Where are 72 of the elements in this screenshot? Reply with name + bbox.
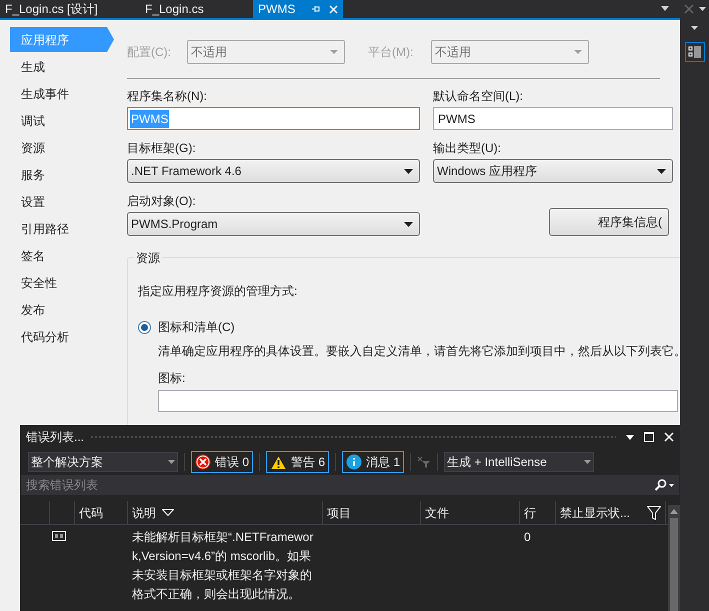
warning-icon <box>270 454 288 470</box>
output-type-label: 输出类型(U): <box>433 140 502 155</box>
dropdown-arrow-icon <box>584 460 592 464</box>
document-tab[interactable]: PWMS <box>253 0 343 18</box>
dropdown[interactable]: PWMS.Program <box>127 212 420 236</box>
nav-item[interactable]: 服务 <box>10 162 107 187</box>
dropdown-icon[interactable] <box>661 6 669 11</box>
column-header[interactable]: 文件 <box>421 501 520 524</box>
dropdown-arrow-icon <box>168 460 175 464</box>
search-icon[interactable] <box>654 475 679 495</box>
dropdown-icon[interactable] <box>699 7 706 11</box>
maximize-icon[interactable] <box>644 432 654 442</box>
scrollbar[interactable] <box>668 505 680 611</box>
scroll-up-arrow-icon[interactable] <box>670 509 678 514</box>
source-dropdown[interactable]: 生成 + IntelliSense <box>444 452 594 472</box>
message-icon <box>52 531 66 541</box>
filter-button[interactable]: 错误 0 <box>191 451 254 473</box>
dropdown-arrow-icon <box>404 168 413 174</box>
dropdown-arrow-icon <box>404 222 413 226</box>
resources-prompt: 指定应用程序资源的管理方式: <box>138 283 298 300</box>
dropdown-icon[interactable] <box>691 26 698 30</box>
default-namespace-label: 默认命名空间(L): <box>433 88 524 103</box>
filter-icon[interactable] <box>647 506 661 520</box>
column-header[interactable]: 行 <box>520 501 556 524</box>
target-framework-label: 目标框架(G): <box>127 140 197 155</box>
platform-label: 平台(M): <box>368 44 414 61</box>
nav-item[interactable]: 引用路径 <box>10 216 107 241</box>
dropdown[interactable]: Windows 应用程序 <box>433 159 673 183</box>
dropdown-arrow-icon <box>574 50 582 54</box>
pin-icon[interactable] <box>311 4 321 14</box>
nav-item[interactable]: 生成事件 <box>10 81 107 106</box>
column-header[interactable]: 项目 <box>323 501 421 524</box>
table-cell: 0 <box>524 530 531 544</box>
nav-item[interactable]: 资源 <box>10 135 107 160</box>
document-tab[interactable]: F_Login.cs <box>140 0 253 18</box>
nav-item[interactable]: 代码分析 <box>10 324 107 349</box>
group-title: 资源 <box>134 249 162 267</box>
error-icon <box>195 454 211 470</box>
nav-item[interactable]: 发布 <box>10 297 107 322</box>
panel-title: 错误列表... <box>26 429 84 446</box>
column-header[interactable]: 代码 <box>75 501 128 524</box>
info-icon <box>346 454 362 470</box>
sort-icon <box>162 509 174 516</box>
radio-button[interactable] <box>138 320 151 334</box>
startup-object-label: 启动对象(O): <box>127 193 197 208</box>
nav-item[interactable]: 安全性 <box>10 270 107 295</box>
clear-filter-icon[interactable] <box>417 456 432 468</box>
nav-item[interactable]: 签名 <box>10 243 107 268</box>
property-pages-icon[interactable] <box>684 42 704 62</box>
dropdown-icon[interactable] <box>626 434 634 440</box>
filter-button[interactable]: 警告 6 <box>266 451 330 473</box>
configuration-label: 配置(C): <box>127 44 172 61</box>
radio-label: 图标和清单(C) <box>158 319 235 336</box>
table-cell: 未能解析目标框架“.NETFramework,Version=v4.6”的 mscorlib。如果未安装目标框架或框架名字对象的格式不正确，则会出现此情况。 <box>132 530 314 601</box>
search-field[interactable]: 搜索错误列表 <box>21 475 654 495</box>
scope-dropdown[interactable]: 整个解决方案 <box>28 452 178 472</box>
default-namespace-field[interactable]: PWMS <box>433 107 673 130</box>
document-tab[interactable]: F_Login.cs [设计] <box>0 0 140 18</box>
assembly-name-label: 程序集名称(N): <box>127 88 208 103</box>
dropdown-arrow-icon <box>657 168 666 174</box>
column-header[interactable]: 说明 <box>128 501 323 524</box>
nav-item[interactable]: 调试 <box>10 108 107 133</box>
dropdown[interactable]: .NET Framework 4.6 <box>127 159 420 183</box>
icon-field[interactable] <box>158 390 678 412</box>
nav-item[interactable]: 设置 <box>10 189 107 214</box>
icon-label: 图标: <box>157 370 186 387</box>
column-header[interactable]: 禁止显示状... <box>556 501 666 524</box>
nav-item[interactable]: 生成 <box>10 54 107 79</box>
dropdown-arrow-icon <box>330 50 338 54</box>
manifest-description: 清单确定应用程序的具体设置。要嵌入自定义清单，请首先将它添加到项目中，然后从以下列表它。 <box>157 343 680 360</box>
filter-button[interactable]: 消息 1 <box>342 451 404 473</box>
assembly-info-button[interactable]: 程序集信息( <box>549 208 669 236</box>
